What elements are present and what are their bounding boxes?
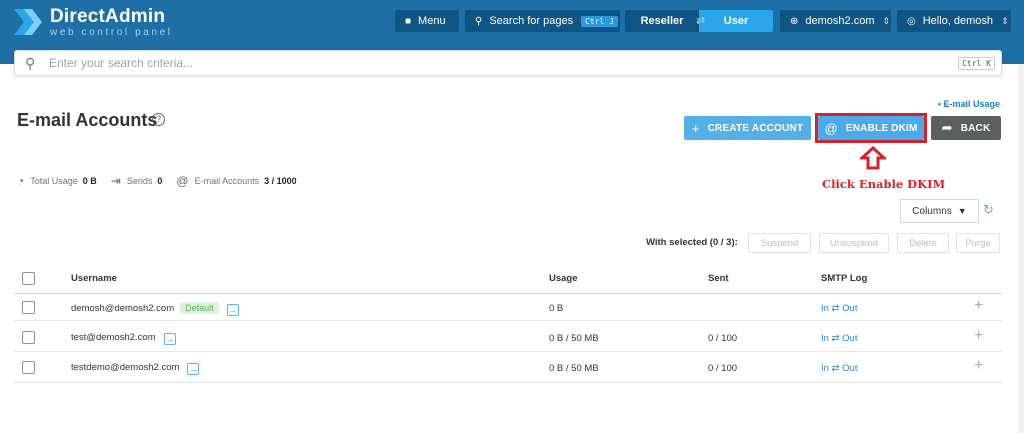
smtp-log-link[interactable]: In ⇄ Out [821,303,857,314]
select-all-checkbox[interactable] [22,272,35,285]
grid-icon: ■ [405,15,412,27]
smtp-log-link[interactable]: In ⇄ Out [821,333,857,344]
row-divider [14,382,1002,383]
sends-label: Sends [126,176,153,186]
user-menu[interactable]: ◎ Hello, demosh ⇕ [897,10,1011,32]
globe-icon: ⊕ [790,15,799,27]
login-icon[interactable]: → [163,333,176,345]
username-text[interactable]: testdemo@demosh2.com [71,362,179,373]
at-icon: @ [176,174,189,188]
usage-cell: 0 B / 50 MB [549,333,599,344]
search-pages-button[interactable]: ⚲ Search for pages Ctrl J [465,10,620,32]
login-icon[interactable]: → [187,363,200,375]
username-text[interactable]: demosh@demosh2.com [71,303,174,314]
plus-icon: + [691,120,700,136]
sends-value: 0 [157,176,163,186]
refresh-icon[interactable]: ↻ [983,202,994,218]
role-user[interactable]: User [699,10,773,32]
header-usage[interactable]: Usage [549,273,578,284]
menu-label: Menu [418,15,446,27]
pie-chart-icon: ◔ [17,174,25,188]
annotation-text: Click Enable DKIM [822,177,946,191]
row-checkbox[interactable] [22,331,35,344]
smtp-log-link[interactable]: In ⇄ Out [821,363,857,374]
user-icon: ◎ [907,15,916,27]
expand-plus-icon[interactable]: + [974,357,983,375]
domain-select[interactable]: ⊕ demosh2.com ⇕ [780,10,891,32]
page-scrollbar[interactable] [1018,64,1024,433]
brand-subtitle: web control panel [50,26,173,38]
annotation-highlight-box [815,113,927,143]
usage-cell: 0 B / 50 MB [549,363,599,374]
chevron-updown-icon: ⇕ [882,15,891,26]
search-input[interactable] [49,56,929,70]
search-shortcut: Ctrl K [958,56,995,70]
menu-button[interactable]: ■ Menu [395,10,459,32]
columns-button[interactable]: Columns ▼ [900,199,979,223]
send-icon: ⇥ [110,174,121,188]
usage-cell: 0 B [549,303,564,314]
page-title: E-mail Accounts [17,110,158,130]
login-icon[interactable]: → [226,304,239,316]
row-checkbox[interactable] [22,361,35,374]
row-divider [14,351,1002,352]
accounts-value: 3 / 1000 [264,176,297,186]
caret-down-icon: ▼ [957,206,967,216]
search-pages-shortcut: Ctrl J [581,15,619,27]
search-pages-label: Search for pages [489,15,574,27]
back-label: BACK [960,122,991,134]
help-icon[interactable]: ? [152,113,165,126]
chevron-updown-icon: ⇕ [1001,15,1009,26]
sent-cell: 0 / 100 [708,333,738,344]
brand-title: DirectAdmin [50,5,166,27]
total-usage-value: 0 B [82,176,97,186]
table-divider [14,293,1002,294]
purge-button[interactable]: Purge [956,233,1000,253]
swap-icon: ⇄ [696,15,706,27]
with-selected-label: With selected (0 / 3): [646,237,738,248]
sent-cell: 0 / 100 [708,363,738,374]
search-icon: ⚲ [25,54,36,71]
directadmin-logo-icon [10,5,44,39]
table-row-username: test@demosh2.com → [71,332,176,345]
columns-label: Columns [912,205,952,217]
unsuspend-button[interactable]: Unsuspend [819,233,889,253]
header-sent[interactable]: Sent [708,273,729,284]
table-row-username: demosh@demosh2.com Default → [71,302,239,316]
accounts-label: E-mail Accounts [194,176,260,186]
expand-plus-icon[interactable]: + [974,327,983,345]
domain-value: demosh2.com [805,15,875,27]
suspend-button[interactable]: Suspend [748,233,811,253]
greeting-label: Hello, demosh [922,15,994,27]
total-usage-label: Total Usage [30,176,78,186]
row-divider [14,320,1002,321]
global-search[interactable]: ⚲ Ctrl K [14,50,1002,76]
role-reseller[interactable]: Reseller [625,10,699,32]
header-smtp-log[interactable]: SMTP Log [821,273,867,284]
delete-button[interactable]: Delete [897,233,949,253]
table-row-username: testdemo@demosh2.com → [71,362,200,375]
expand-plus-icon[interactable]: + [974,297,983,315]
row-checkbox[interactable] [22,301,35,314]
username-text[interactable]: test@demosh2.com [71,332,156,343]
search-icon: ⚲ [475,15,483,27]
back-arrow-icon: ➦ [941,120,953,135]
create-account-label: CREATE ACCOUNT [707,122,804,134]
back-button[interactable]: ➦ BACK [931,116,1001,140]
header-username[interactable]: Username [71,273,117,284]
create-account-button[interactable]: + CREATE ACCOUNT [684,116,811,140]
default-badge: Default [180,302,219,314]
annotation-up-arrow-icon [858,145,888,173]
email-usage-link[interactable]: • E-mail Usage [938,99,1000,109]
stats-row: ◔ Total Usage 0 B ⇥ Sends 0 @ E-mail Acc… [17,174,311,188]
brand-logo[interactable]: DirectAdmin web control panel [10,4,173,40]
role-toggle[interactable]: Reseller User ⇄ [625,10,773,32]
